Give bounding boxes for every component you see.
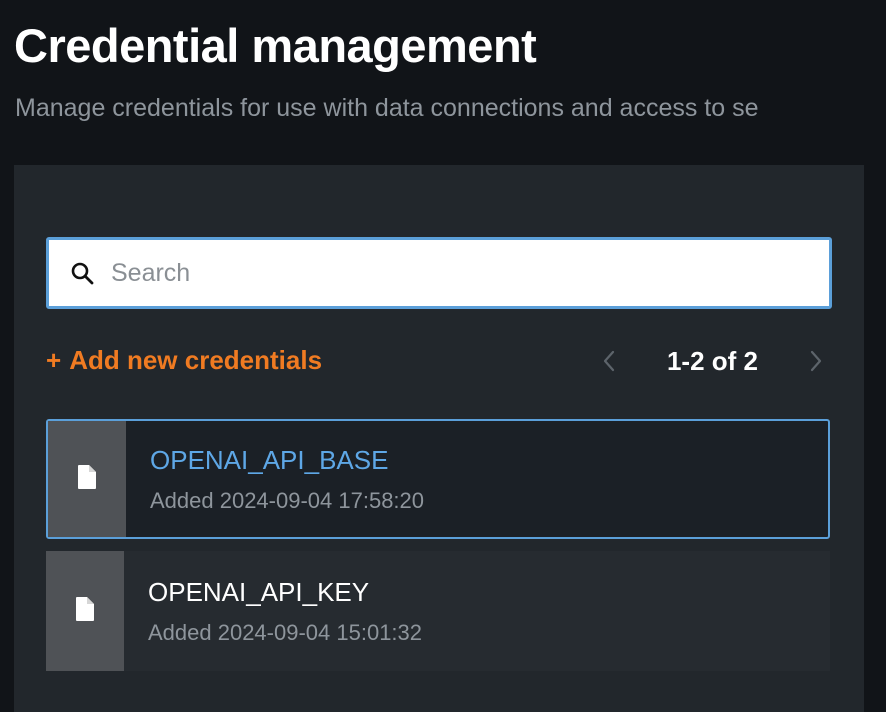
plus-icon: + [46, 345, 62, 375]
credential-name[interactable]: OPENAI_API_KEY [148, 577, 422, 608]
credential-item-openai-api-key[interactable]: OPENAI_API_KEY Added 2024-09-04 15:01:32 [46, 551, 830, 671]
pagination-count: 1-2 of 2 [666, 345, 758, 376]
document-icon [77, 464, 97, 495]
document-icon [75, 596, 95, 627]
credentials-panel: + Add new credentials 1-2 of 2 [14, 165, 864, 712]
add-credentials-label: Add new credentials [69, 345, 323, 375]
search-icon [69, 260, 95, 286]
credentials-list: OPENAI_API_BASE Added 2024-09-04 17:58:2… [46, 419, 830, 683]
credential-name[interactable]: OPENAI_API_BASE [150, 445, 424, 476]
credential-text: OPENAI_API_KEY Added 2024-09-04 15:01:32 [124, 551, 422, 671]
previous-page-icon[interactable] [595, 345, 623, 377]
credential-text: OPENAI_API_BASE Added 2024-09-04 17:58:2… [126, 421, 424, 537]
page-title: Credential management [14, 19, 537, 72]
credential-icon-cell [46, 551, 124, 671]
pagination: 1-2 of 2 [595, 345, 830, 377]
search-input[interactable] [111, 240, 829, 306]
page-subtitle: Manage credentials for use with data con… [15, 94, 759, 122]
search-box[interactable] [46, 237, 832, 309]
credential-added-date: Added 2024-09-04 15:01:32 [148, 619, 423, 645]
add-credentials-button[interactable]: + Add new credentials [46, 345, 322, 376]
credential-item-openai-api-base[interactable]: OPENAI_API_BASE Added 2024-09-04 17:58:2… [46, 419, 830, 539]
credential-icon-cell [48, 421, 126, 537]
next-page-icon[interactable] [802, 345, 830, 377]
credential-added-date: Added 2024-09-04 17:58:20 [150, 487, 425, 513]
